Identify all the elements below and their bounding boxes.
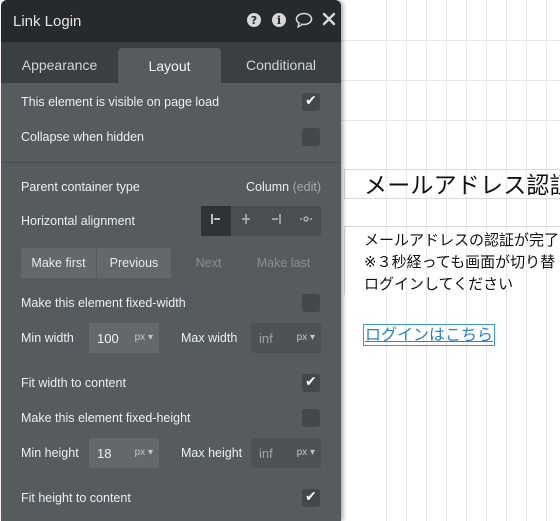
login-link[interactable]: ログインはこちら (363, 324, 496, 346)
checkmark-icon: ✔ (305, 373, 317, 389)
max-height-unit-dropdown[interactable]: px ▾ (297, 447, 315, 458)
fit-width-label: Fit width to content (21, 376, 126, 390)
collapse-hidden-label: Collapse when hidden (21, 130, 145, 144)
max-width-unit-dropdown[interactable]: px ▾ (297, 332, 315, 343)
max-height-label: Max height (181, 446, 243, 460)
align-right-icon[interactable] (261, 206, 291, 236)
max-width-input[interactable]: inf px ▾ (251, 323, 321, 353)
parent-container-edit-link[interactable]: (edit) (293, 180, 321, 194)
fit-width-checkbox[interactable]: ✔ (302, 373, 320, 392)
fixed-height-label: Make this element fixed-height (21, 411, 191, 425)
fit-height-checkbox[interactable]: ✔ (302, 488, 320, 507)
min-height-input[interactable]: 18 px ▾ (89, 438, 159, 468)
align-left-icon[interactable] (201, 206, 231, 236)
fixed-width-label: Make this element fixed-width (21, 296, 186, 310)
tab-layout[interactable]: Layout (118, 48, 221, 83)
max-height-input[interactable]: inf px ▾ (251, 438, 321, 468)
visible-on-load-checkbox[interactable]: ✔ (302, 92, 320, 111)
fixed-width-checkbox[interactable] (302, 294, 320, 312)
align-distribute-icon[interactable] (291, 206, 321, 236)
make-first-button[interactable]: Make first (21, 248, 96, 278)
checkmark-icon: ✔ (305, 92, 317, 108)
min-width-value: 100 (97, 331, 119, 346)
body-line: ※３秒経っても画面が切り替 (364, 253, 556, 271)
horizontal-alignment-label: Horizontal alignment (21, 214, 135, 228)
make-last-button: Make last (256, 256, 311, 270)
panel-title: Link Login (13, 13, 82, 30)
max-height-placeholder: inf (259, 446, 273, 461)
panel-titlebar[interactable]: Link Login ? i (1, 0, 341, 42)
property-editor-panel: Link Login ? i Appearance Layout Conditi… (1, 0, 341, 521)
collapse-hidden-checkbox[interactable] (302, 128, 320, 146)
parent-container-label: Parent container type (21, 180, 140, 194)
parent-container-type: Column (246, 180, 290, 194)
canvas-heading[interactable]: メールアドレス認証 (364, 166, 560, 200)
body-line: メールアドレスの認証が完了 (364, 231, 560, 249)
horizontal-alignment-control (201, 206, 321, 236)
parent-container-value[interactable]: Column (edit) (246, 180, 321, 194)
min-width-input[interactable]: 100 px ▾ (89, 323, 159, 353)
previous-button[interactable]: Previous (97, 248, 171, 278)
comment-icon[interactable] (295, 12, 313, 30)
close-icon[interactable] (320, 12, 338, 30)
fixed-height-checkbox[interactable] (302, 409, 320, 427)
svg-text:?: ? (251, 14, 257, 27)
min-width-label: Min width (21, 331, 74, 345)
max-width-placeholder: inf (259, 331, 273, 346)
max-width-label: Max width (181, 331, 238, 345)
divider (1, 162, 341, 163)
min-height-value: 18 (97, 446, 112, 461)
align-center-icon[interactable] (231, 206, 261, 236)
tab-appearance[interactable]: Appearance (1, 42, 118, 83)
next-button: Next (195, 256, 222, 270)
body-line: ログインしてください (364, 275, 514, 293)
help-icon[interactable]: ? (245, 12, 263, 30)
checkmark-icon: ✔ (305, 488, 317, 504)
canvas-body-text[interactable]: メールアドレスの認証が完了 ※３秒経っても画面が切り替 ログインしてください (364, 229, 559, 295)
visible-on-load-label: This element is visible on page load (21, 95, 220, 109)
panel-tabs: Appearance Layout Conditional (1, 42, 341, 83)
tab-conditional[interactable]: Conditional (221, 42, 341, 83)
svg-text:i: i (277, 14, 281, 27)
min-height-label: Min height (21, 446, 79, 460)
fit-height-label: Fit height to content (21, 491, 131, 505)
min-height-unit-dropdown[interactable]: px ▾ (135, 447, 153, 458)
min-width-unit-dropdown[interactable]: px ▾ (135, 332, 153, 343)
element-order-controls: Make first Previous Next Make last (21, 248, 321, 278)
info-icon[interactable]: i (270, 12, 288, 30)
